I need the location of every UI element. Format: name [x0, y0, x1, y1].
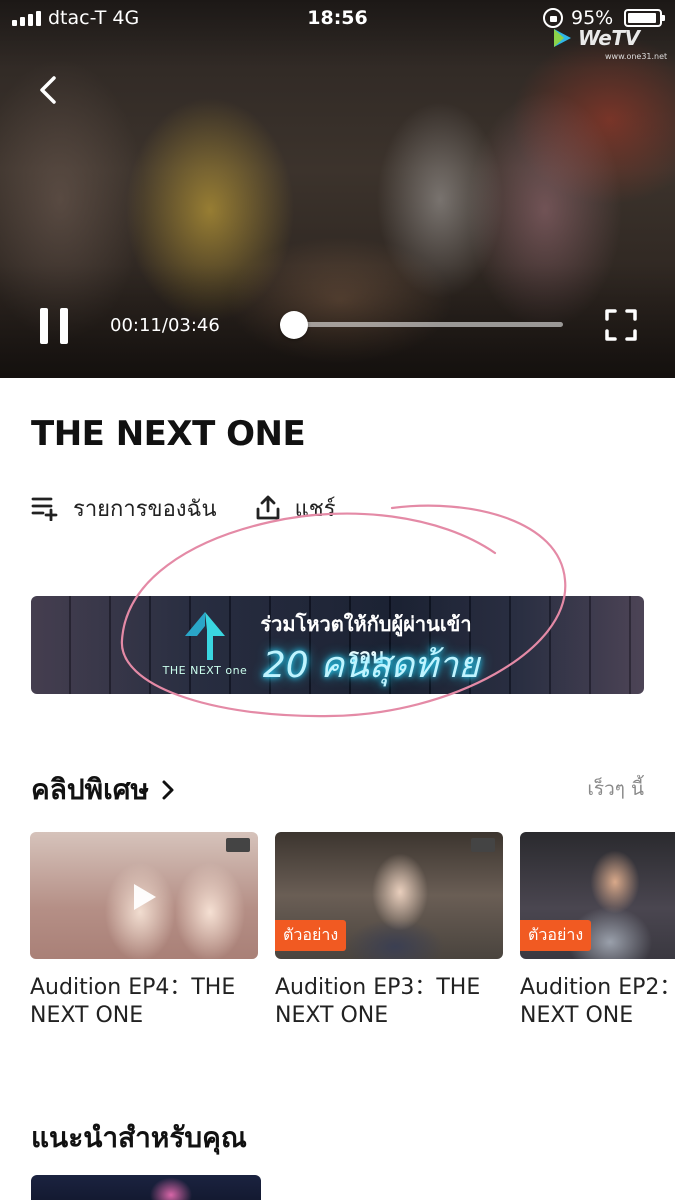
show-title: THE NEXT ONE [31, 414, 306, 454]
special-clips-header[interactable]: คลิปพิเศษ [31, 768, 175, 812]
player-controls: 00:11/03:46 [0, 300, 675, 350]
clip-title: Audition EP4：THE NEXT ONE [30, 975, 236, 1028]
the-next-one-logo: THE NEXT one [155, 610, 255, 684]
clip-title: Audition EP2：THE NEXT ONE [520, 975, 675, 1028]
play-icon [134, 884, 156, 910]
watermark-url: www.one31.net [605, 52, 668, 61]
vote-banner[interactable]: THE NEXT one ร่วมโหวตให้กับผู้ผ่านเข้ารอ… [31, 596, 644, 694]
playback-time: 00:11/03:46 [110, 315, 220, 336]
chevron-right-icon [162, 780, 174, 800]
my-list-label: รายการของฉัน [73, 496, 217, 522]
share-label: แชร์ [294, 496, 336, 522]
clip-card[interactable]: ตัวอย่าง Audition EP2：THE NEXT ONE [520, 832, 675, 1030]
the-next-one-logo-icon [185, 612, 225, 660]
banner-subheadline: 20 คนสุดท้าย [262, 645, 480, 686]
rotation-lock-icon [543, 8, 563, 28]
wetv-watermark: WeTV [550, 26, 640, 50]
clip-thumbnail[interactable]: ตัวอย่าง [520, 832, 675, 959]
seek-bar[interactable] [280, 322, 563, 327]
recommended-thumbnail[interactable] [31, 1175, 261, 1200]
back-icon[interactable] [34, 74, 66, 106]
add-to-my-list-button[interactable]: รายการของฉัน [31, 491, 217, 526]
channel-logo-icon [226, 838, 250, 852]
playlist-add-icon [31, 497, 58, 521]
action-row: รายการของฉัน แชร์ [31, 488, 336, 528]
fullscreen-icon[interactable] [604, 308, 638, 342]
channel-logo-icon [471, 838, 495, 852]
recommended-title: แนะนำสำหรับคุณ [31, 1121, 247, 1154]
preview-badge: ตัวอย่าง [520, 920, 592, 951]
share-button[interactable]: แชร์ [255, 491, 336, 526]
recent-label[interactable]: เร็วๆ นี้ [587, 774, 644, 804]
seek-handle[interactable] [279, 311, 308, 339]
special-clips-title: คลิปพิเศษ [31, 773, 149, 806]
clip-thumbnail[interactable]: ตัวอย่าง [275, 832, 503, 959]
clip-thumbnail[interactable] [30, 832, 258, 959]
pause-icon[interactable] [38, 308, 70, 344]
preview-badge: ตัวอย่าง [275, 920, 347, 951]
clip-card[interactable]: Audition EP4：THE NEXT ONE [30, 832, 258, 1030]
clip-card[interactable]: ตัวอย่าง Audition EP3：THE NEXT ONE [275, 832, 503, 1030]
clip-title: Audition EP3：THE NEXT ONE [275, 975, 481, 1028]
special-clips-carousel[interactable]: Audition EP4：THE NEXT ONE ตัวอย่าง Audit… [30, 832, 675, 1042]
wetv-logo-icon [554, 29, 571, 47]
share-icon [256, 495, 279, 520]
battery-icon [624, 9, 665, 27]
video-player[interactable]: dtac-T 4G 18:56 95% WeTV www.one31.net 0… [0, 0, 675, 378]
